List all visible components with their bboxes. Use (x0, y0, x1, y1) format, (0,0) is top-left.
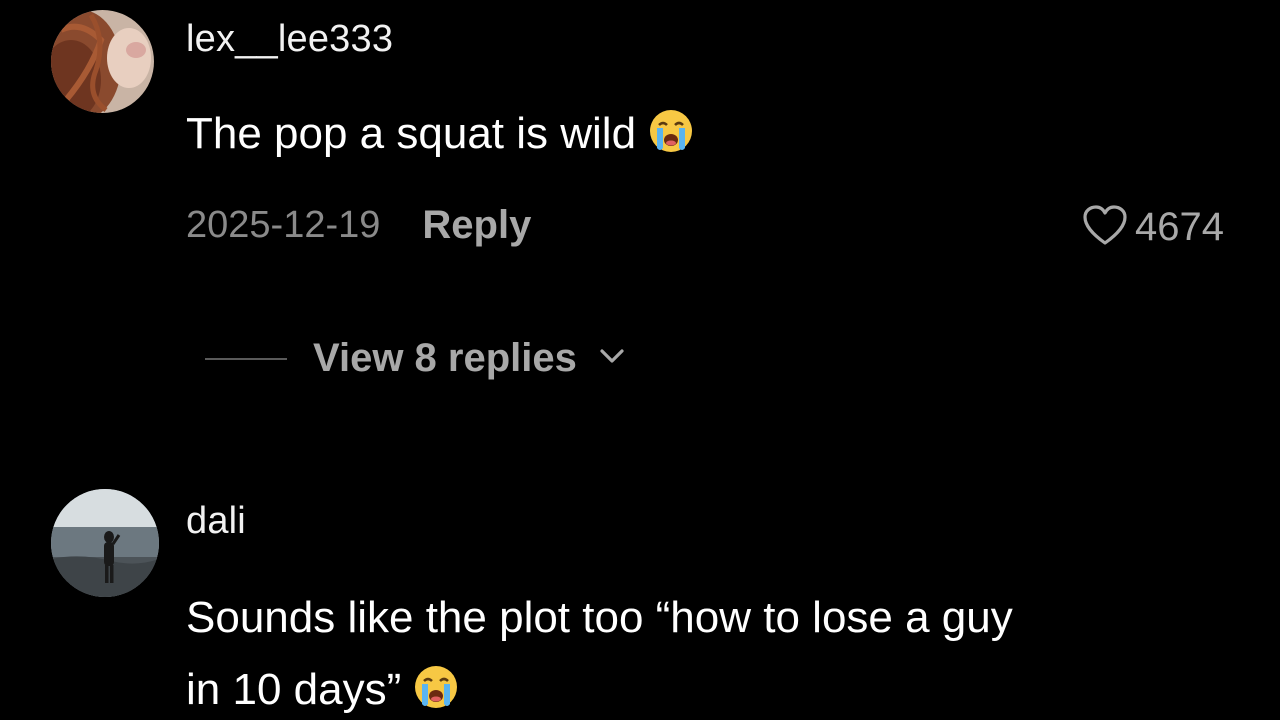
comment-text-line: in 10 days” (186, 662, 459, 720)
username[interactable]: lex__lee333 (186, 18, 393, 61)
comment-date: 2025-12-19 (186, 204, 381, 246)
comment-text-line: Sounds like the plot too “how to lose a … (186, 593, 1013, 642)
divider (205, 357, 287, 360)
loudly-crying-face-icon (413, 664, 459, 720)
heart-outline-icon (1081, 203, 1129, 252)
reply-button[interactable]: Reply (422, 203, 531, 248)
loudly-crying-face-icon (648, 108, 694, 168)
chevron-down-icon (597, 346, 627, 371)
avatar[interactable] (51, 489, 159, 597)
username[interactable]: dali (186, 500, 246, 543)
like-count: 4674 (1135, 205, 1224, 249)
comment-text: The pop a squat is wild (186, 106, 694, 168)
like-button[interactable]: 4674 (1081, 203, 1224, 252)
comments-panel: lex__lee333 The pop a squat is wild 2025… (0, 0, 1280, 720)
view-replies-button[interactable]: View 8 replies (205, 336, 627, 381)
view-replies-label: View 8 replies (313, 336, 577, 380)
avatar[interactable] (51, 10, 154, 113)
comment-meta: 2025-12-19 Reply (186, 203, 531, 248)
